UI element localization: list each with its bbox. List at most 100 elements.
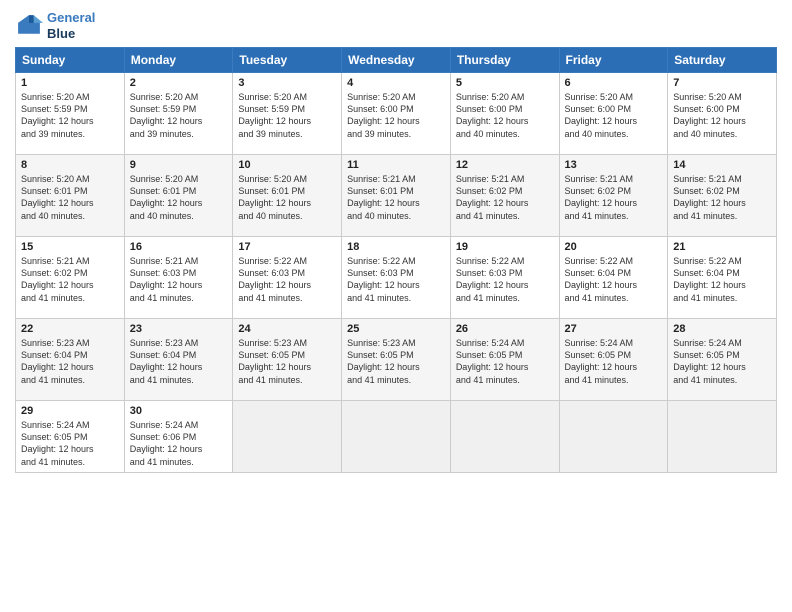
day-number: 20	[565, 241, 663, 253]
cell-info: Sunrise: 5:20 AM Sunset: 5:59 PM Dayligh…	[130, 91, 228, 140]
day-number: 1	[21, 77, 119, 89]
calendar-cell: 8 Sunrise: 5:20 AM Sunset: 6:01 PM Dayli…	[16, 155, 125, 237]
day-number: 29	[21, 405, 119, 417]
calendar-table: SundayMondayTuesdayWednesdayThursdayFrid…	[15, 47, 777, 473]
day-number: 16	[130, 241, 228, 253]
calendar-cell: 29 Sunrise: 5:24 AM Sunset: 6:05 PM Dayl…	[16, 401, 125, 473]
calendar-cell: 6 Sunrise: 5:20 AM Sunset: 6:00 PM Dayli…	[559, 73, 668, 155]
calendar-cell: 14 Sunrise: 5:21 AM Sunset: 6:02 PM Dayl…	[668, 155, 777, 237]
day-header: Saturday	[668, 48, 777, 73]
calendar-cell: 17 Sunrise: 5:22 AM Sunset: 6:03 PM Dayl…	[233, 237, 342, 319]
cell-info: Sunrise: 5:24 AM Sunset: 6:05 PM Dayligh…	[456, 337, 554, 386]
calendar-cell: 13 Sunrise: 5:21 AM Sunset: 6:02 PM Dayl…	[559, 155, 668, 237]
calendar-cell	[559, 401, 668, 473]
day-number: 5	[456, 77, 554, 89]
cell-info: Sunrise: 5:22 AM Sunset: 6:04 PM Dayligh…	[673, 255, 771, 304]
logo: General Blue	[15, 10, 95, 41]
day-header: Monday	[124, 48, 233, 73]
calendar-cell: 24 Sunrise: 5:23 AM Sunset: 6:05 PM Dayl…	[233, 319, 342, 401]
calendar-cell: 5 Sunrise: 5:20 AM Sunset: 6:00 PM Dayli…	[450, 73, 559, 155]
cell-info: Sunrise: 5:20 AM Sunset: 6:01 PM Dayligh…	[130, 173, 228, 222]
cell-info: Sunrise: 5:21 AM Sunset: 6:02 PM Dayligh…	[673, 173, 771, 222]
calendar-cell: 10 Sunrise: 5:20 AM Sunset: 6:01 PM Dayl…	[233, 155, 342, 237]
calendar-cell: 1 Sunrise: 5:20 AM Sunset: 5:59 PM Dayli…	[16, 73, 125, 155]
cell-info: Sunrise: 5:21 AM Sunset: 6:02 PM Dayligh…	[21, 255, 119, 304]
calendar-cell: 15 Sunrise: 5:21 AM Sunset: 6:02 PM Dayl…	[16, 237, 125, 319]
calendar-cell	[233, 401, 342, 473]
day-number: 26	[456, 323, 554, 335]
day-number: 27	[565, 323, 663, 335]
cell-info: Sunrise: 5:22 AM Sunset: 6:03 PM Dayligh…	[347, 255, 445, 304]
calendar-cell: 27 Sunrise: 5:24 AM Sunset: 6:05 PM Dayl…	[559, 319, 668, 401]
calendar-header-row: SundayMondayTuesdayWednesdayThursdayFrid…	[16, 48, 777, 73]
calendar-cell: 3 Sunrise: 5:20 AM Sunset: 5:59 PM Dayli…	[233, 73, 342, 155]
calendar-cell: 19 Sunrise: 5:22 AM Sunset: 6:03 PM Dayl…	[450, 237, 559, 319]
calendar-cell	[342, 401, 451, 473]
day-number: 24	[238, 323, 336, 335]
cell-info: Sunrise: 5:20 AM Sunset: 6:00 PM Dayligh…	[673, 91, 771, 140]
calendar-cell: 12 Sunrise: 5:21 AM Sunset: 6:02 PM Dayl…	[450, 155, 559, 237]
calendar-cell: 18 Sunrise: 5:22 AM Sunset: 6:03 PM Dayl…	[342, 237, 451, 319]
day-header: Sunday	[16, 48, 125, 73]
day-number: 17	[238, 241, 336, 253]
day-number: 15	[21, 241, 119, 253]
day-number: 10	[238, 159, 336, 171]
day-header: Tuesday	[233, 48, 342, 73]
calendar-cell: 20 Sunrise: 5:22 AM Sunset: 6:04 PM Dayl…	[559, 237, 668, 319]
day-number: 9	[130, 159, 228, 171]
day-number: 28	[673, 323, 771, 335]
calendar-body: 1 Sunrise: 5:20 AM Sunset: 5:59 PM Dayli…	[16, 73, 777, 473]
calendar-cell	[450, 401, 559, 473]
day-number: 6	[565, 77, 663, 89]
cell-info: Sunrise: 5:23 AM Sunset: 6:04 PM Dayligh…	[21, 337, 119, 386]
cell-info: Sunrise: 5:24 AM Sunset: 6:06 PM Dayligh…	[130, 419, 228, 468]
cell-info: Sunrise: 5:22 AM Sunset: 6:03 PM Dayligh…	[456, 255, 554, 304]
calendar-cell: 4 Sunrise: 5:20 AM Sunset: 6:00 PM Dayli…	[342, 73, 451, 155]
cell-info: Sunrise: 5:20 AM Sunset: 5:59 PM Dayligh…	[21, 91, 119, 140]
day-number: 23	[130, 323, 228, 335]
cell-info: Sunrise: 5:20 AM Sunset: 6:00 PM Dayligh…	[565, 91, 663, 140]
calendar-cell: 26 Sunrise: 5:24 AM Sunset: 6:05 PM Dayl…	[450, 319, 559, 401]
calendar-cell: 2 Sunrise: 5:20 AM Sunset: 5:59 PM Dayli…	[124, 73, 233, 155]
cell-info: Sunrise: 5:20 AM Sunset: 5:59 PM Dayligh…	[238, 91, 336, 140]
day-number: 2	[130, 77, 228, 89]
cell-info: Sunrise: 5:21 AM Sunset: 6:03 PM Dayligh…	[130, 255, 228, 304]
cell-info: Sunrise: 5:24 AM Sunset: 6:05 PM Dayligh…	[565, 337, 663, 386]
day-number: 12	[456, 159, 554, 171]
day-number: 18	[347, 241, 445, 253]
day-number: 4	[347, 77, 445, 89]
cell-info: Sunrise: 5:23 AM Sunset: 6:05 PM Dayligh…	[238, 337, 336, 386]
cell-info: Sunrise: 5:21 AM Sunset: 6:02 PM Dayligh…	[565, 173, 663, 222]
calendar-cell: 28 Sunrise: 5:24 AM Sunset: 6:05 PM Dayl…	[668, 319, 777, 401]
calendar-cell: 30 Sunrise: 5:24 AM Sunset: 6:06 PM Dayl…	[124, 401, 233, 473]
day-number: 19	[456, 241, 554, 253]
day-header: Wednesday	[342, 48, 451, 73]
page: General Blue SundayMondayTuesdayWednesda…	[0, 0, 792, 612]
day-number: 13	[565, 159, 663, 171]
logo-icon	[15, 12, 43, 40]
cell-info: Sunrise: 5:20 AM Sunset: 6:00 PM Dayligh…	[456, 91, 554, 140]
day-number: 30	[130, 405, 228, 417]
day-number: 8	[21, 159, 119, 171]
cell-info: Sunrise: 5:23 AM Sunset: 6:05 PM Dayligh…	[347, 337, 445, 386]
header: General Blue	[15, 10, 777, 41]
calendar-cell: 11 Sunrise: 5:21 AM Sunset: 6:01 PM Dayl…	[342, 155, 451, 237]
calendar-cell: 25 Sunrise: 5:23 AM Sunset: 6:05 PM Dayl…	[342, 319, 451, 401]
calendar-cell: 9 Sunrise: 5:20 AM Sunset: 6:01 PM Dayli…	[124, 155, 233, 237]
cell-info: Sunrise: 5:24 AM Sunset: 6:05 PM Dayligh…	[673, 337, 771, 386]
day-number: 11	[347, 159, 445, 171]
cell-info: Sunrise: 5:23 AM Sunset: 6:04 PM Dayligh…	[130, 337, 228, 386]
day-number: 25	[347, 323, 445, 335]
cell-info: Sunrise: 5:20 AM Sunset: 6:00 PM Dayligh…	[347, 91, 445, 140]
day-number: 14	[673, 159, 771, 171]
cell-info: Sunrise: 5:21 AM Sunset: 6:02 PM Dayligh…	[456, 173, 554, 222]
cell-info: Sunrise: 5:21 AM Sunset: 6:01 PM Dayligh…	[347, 173, 445, 222]
cell-info: Sunrise: 5:22 AM Sunset: 6:03 PM Dayligh…	[238, 255, 336, 304]
day-number: 22	[21, 323, 119, 335]
day-number: 3	[238, 77, 336, 89]
calendar-cell: 22 Sunrise: 5:23 AM Sunset: 6:04 PM Dayl…	[16, 319, 125, 401]
calendar-cell: 7 Sunrise: 5:20 AM Sunset: 6:00 PM Dayli…	[668, 73, 777, 155]
day-number: 7	[673, 77, 771, 89]
cell-info: Sunrise: 5:22 AM Sunset: 6:04 PM Dayligh…	[565, 255, 663, 304]
logo-text: General Blue	[47, 10, 95, 41]
